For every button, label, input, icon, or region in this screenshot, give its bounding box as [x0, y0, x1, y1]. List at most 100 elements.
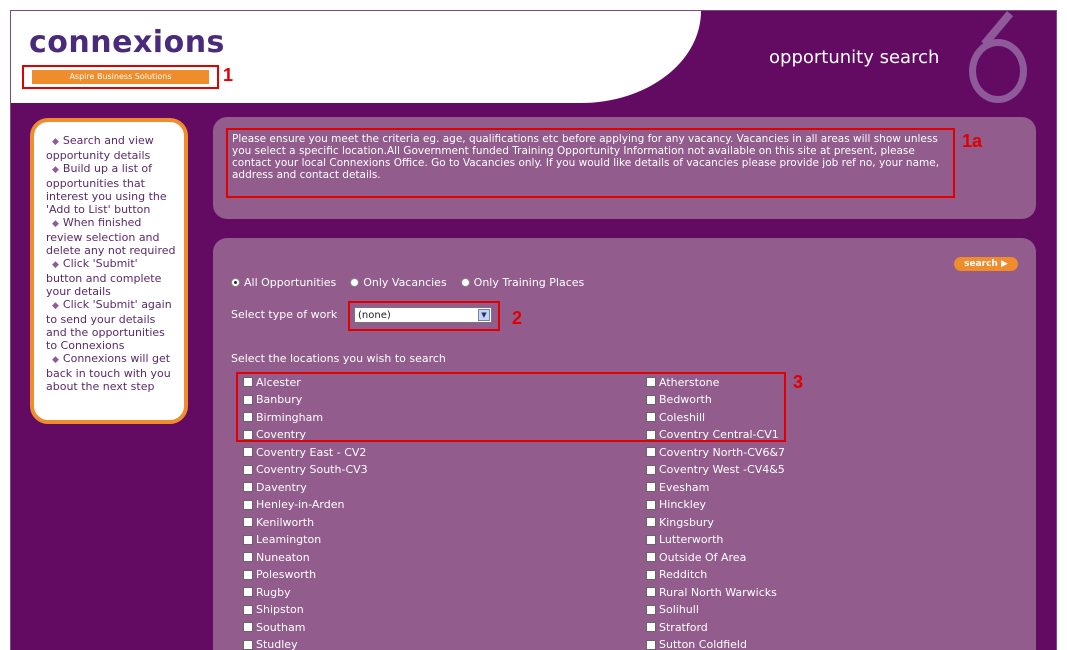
- checkbox[interactable]: [243, 639, 253, 650]
- location-checkbox[interactable]: Solihull: [646, 602, 699, 618]
- sidebar-instruction-item: ◆ When finished review selection and dele…: [46, 216, 176, 257]
- sidebar-instruction-text: Click 'Submit' button and complete your …: [46, 257, 162, 298]
- location-label: Daventry: [256, 480, 307, 494]
- location-checkbox[interactable]: Coventry North-CV6&7: [646, 444, 785, 460]
- checkbox[interactable]: [243, 587, 253, 597]
- checkbox[interactable]: [646, 622, 656, 632]
- checkbox[interactable]: [646, 464, 656, 475]
- location-checkbox[interactable]: Daventry: [243, 479, 307, 495]
- location-label: Kenilworth: [256, 515, 315, 529]
- callout-2: 2: [512, 308, 523, 328]
- location-checkbox[interactable]: Kenilworth: [243, 514, 314, 530]
- location-label: Polesworth: [256, 568, 317, 581]
- location-label: Sutton Coldfield: [659, 638, 747, 650]
- diamond-bullet-icon: ◆: [52, 260, 59, 270]
- location-label: Redditch: [659, 568, 708, 581]
- location-checkbox[interactable]: Rural North Warwicks: [646, 584, 777, 600]
- location-checkbox[interactable]: Sutton Coldfield: [646, 637, 747, 650]
- page-frame: connexions Aspire Business Solutions 1 o…: [10, 10, 1065, 650]
- chevron-down-icon[interactable]: ▼: [478, 309, 490, 321]
- location-checkbox[interactable]: Leamington: [243, 532, 321, 548]
- diamond-bullet-icon: ◆: [52, 355, 59, 365]
- location-label: Outside Of Area: [659, 550, 747, 564]
- diamond-bullet-icon: ◆: [52, 301, 59, 311]
- connexions-logo: connexions: [29, 25, 225, 60]
- radio-all-opportunities[interactable]: All Opportunities: [231, 276, 336, 289]
- sidebar-instruction-text: When finished review selection and delet…: [46, 216, 176, 257]
- location-label: Nuneaton: [256, 550, 310, 564]
- location-checkbox[interactable]: Lutterworth: [646, 532, 723, 548]
- radio-dot: [460, 278, 470, 287]
- instructions-sidebar: ◆ Search and view opportunity details ◆ Bui…: [30, 118, 188, 424]
- location-checkbox[interactable]: Coventry East - CV2: [243, 444, 366, 460]
- location-checkbox[interactable]: Outside Of Area: [646, 549, 746, 565]
- header: connexions Aspire Business Solutions 1 o…: [10, 10, 1057, 104]
- location-checkbox[interactable]: Coventry West -CV4&5: [646, 462, 785, 478]
- search-button[interactable]: search ▶: [954, 257, 1018, 271]
- location-checkbox[interactable]: Coventry South-CV3: [243, 462, 368, 478]
- checkbox[interactable]: [243, 604, 253, 615]
- radio-only-training-places[interactable]: Only Training Places: [460, 276, 585, 289]
- radio-label: All Opportunities: [244, 276, 337, 289]
- checkbox[interactable]: [646, 569, 656, 580]
- location-checkbox[interactable]: Polesworth: [243, 567, 316, 583]
- radio-dot: [231, 278, 240, 287]
- location-label: Leamington: [256, 533, 322, 546]
- sidebar-instruction-text: Build up a list of opportunities that in…: [46, 162, 167, 216]
- opportunity-type-radios: All Opportunities Only Vacancies Only Tr…: [231, 276, 584, 289]
- checkbox[interactable]: [243, 622, 253, 632]
- checkbox[interactable]: [243, 447, 253, 457]
- checkbox[interactable]: [243, 569, 253, 580]
- checkbox[interactable]: [646, 499, 656, 510]
- location-checkbox[interactable]: Rugby: [243, 584, 291, 600]
- locations-label: Select the locations you wish to search: [231, 352, 446, 365]
- checkbox[interactable]: [646, 517, 656, 527]
- radio-only-vacancies[interactable]: Only Vacancies: [350, 276, 447, 289]
- checkbox[interactable]: [646, 587, 656, 597]
- checkbox[interactable]: [243, 464, 253, 475]
- checkbox[interactable]: [646, 604, 656, 615]
- location-label: Southam: [256, 620, 306, 634]
- checkbox[interactable]: [243, 534, 253, 545]
- sidebar-instruction-item: ◆ Connexions will get back in touch with …: [46, 352, 176, 393]
- checkbox[interactable]: [243, 552, 253, 562]
- sidebar-instruction-item: ◆ Search and view opportunity details: [46, 134, 176, 162]
- checkbox[interactable]: [646, 447, 656, 457]
- checkbox[interactable]: [243, 482, 253, 492]
- work-type-select[interactable]: (none) ▼: [354, 307, 492, 323]
- checkbox[interactable]: [646, 534, 656, 545]
- location-label: Solihull: [659, 603, 699, 616]
- checkbox[interactable]: [243, 499, 253, 510]
- location-checkbox[interactable]: Southam: [243, 619, 305, 635]
- sidebar-instruction-item: ◆ Click 'Submit' button and complete your…: [46, 257, 176, 298]
- sidebar-instruction-item: ◆ Click 'Submit' again to send your detai…: [46, 298, 176, 352]
- radio-dot: [350, 278, 360, 287]
- location-checkbox[interactable]: Nuneaton: [243, 549, 310, 565]
- location-checkbox[interactable]: Hinckley: [646, 497, 706, 513]
- checkbox[interactable]: [646, 639, 656, 650]
- location-checkbox[interactable]: Studley: [243, 637, 298, 650]
- location-checkbox[interactable]: Redditch: [646, 567, 707, 583]
- location-label: Coventry East - CV2: [256, 445, 367, 459]
- checkbox[interactable]: [243, 517, 253, 527]
- location-label: Lutterworth: [659, 533, 724, 546]
- location-label: Coventry West -CV4&5: [659, 463, 785, 476]
- diamond-bullet-icon: ◆: [52, 137, 59, 147]
- location-checkbox[interactable]: Henley-in-Arden: [243, 497, 344, 513]
- callout-1a: 1a: [962, 131, 983, 151]
- radio-label: Only Vacancies: [363, 276, 447, 289]
- location-label: Coventry North-CV6&7: [659, 445, 786, 459]
- search-button-label: search: [964, 259, 998, 269]
- location-label: Studley: [256, 638, 298, 650]
- locations-highlight: [236, 372, 786, 442]
- radio-label: Only Training Places: [473, 276, 585, 289]
- checkbox[interactable]: [646, 552, 656, 562]
- diamond-bullet-icon: ◆: [52, 219, 59, 229]
- location-checkbox[interactable]: Evesham: [646, 479, 709, 495]
- location-checkbox[interactable]: Kingsbury: [646, 514, 714, 530]
- play-icon: ▶: [1000, 259, 1008, 269]
- magnifier-icon: [969, 39, 1027, 103]
- location-checkbox[interactable]: Stratford: [646, 619, 708, 635]
- checkbox[interactable]: [646, 482, 656, 492]
- location-checkbox[interactable]: Shipston: [243, 602, 304, 618]
